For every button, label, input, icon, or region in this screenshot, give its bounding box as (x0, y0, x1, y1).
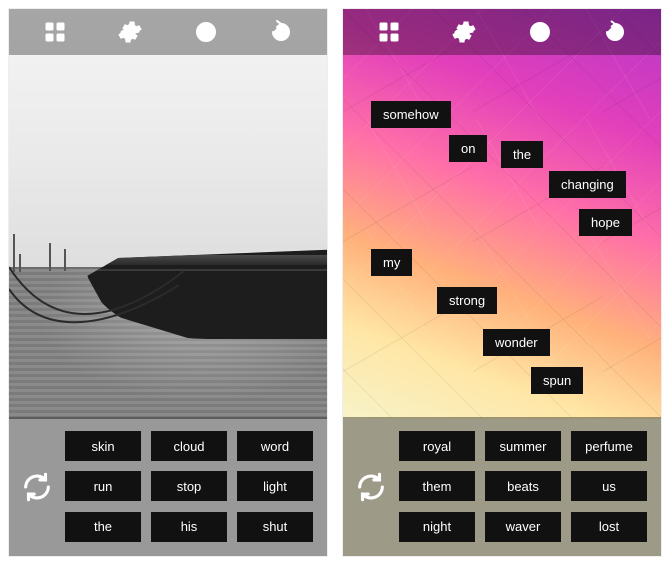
grid-icon[interactable] (42, 19, 68, 45)
word-tile[interactable]: waver (485, 512, 561, 542)
placed-word[interactable]: hope (579, 209, 632, 236)
topbar (343, 9, 661, 55)
placed-word[interactable]: on (449, 135, 487, 162)
word-grid: royal summer perfume them beats us night… (399, 417, 661, 556)
word-tile[interactable]: his (151, 512, 227, 542)
word-tray: royal summer perfume them beats us night… (343, 417, 661, 556)
gear-icon[interactable] (117, 19, 143, 45)
placed-word[interactable]: wonder (483, 329, 550, 356)
word-tile[interactable]: beats (485, 471, 561, 501)
topbar (9, 9, 327, 55)
placed-word[interactable]: spun (531, 367, 583, 394)
grid-icon[interactable] (376, 19, 402, 45)
word-grid: skin cloud word run stop light the his s… (65, 417, 327, 556)
placed-word[interactable]: my (371, 249, 412, 276)
word-tile[interactable]: the (65, 512, 141, 542)
shuffle-button[interactable] (9, 470, 65, 504)
word-tile[interactable]: summer (485, 431, 561, 461)
word-tile[interactable]: word (237, 431, 313, 461)
mooring-rope (9, 259, 189, 339)
placed-word[interactable]: somehow (371, 101, 451, 128)
word-tile[interactable]: cloud (151, 431, 227, 461)
word-tile[interactable]: lost (571, 512, 647, 542)
word-tile[interactable]: run (65, 471, 141, 501)
screen-bw: skin cloud word run stop light the his s… (8, 8, 328, 557)
photo-canvas[interactable] (9, 9, 327, 419)
help-icon[interactable] (527, 19, 553, 45)
word-tray: skin cloud word run stop light the his s… (9, 417, 327, 556)
word-tile[interactable]: perfume (571, 431, 647, 461)
word-tile[interactable]: night (399, 512, 475, 542)
help-icon[interactable] (193, 19, 219, 45)
word-tile[interactable]: skin (65, 431, 141, 461)
word-tile[interactable]: us (571, 471, 647, 501)
word-tile[interactable]: them (399, 471, 475, 501)
undo-icon[interactable] (268, 19, 294, 45)
word-tile[interactable]: shut (237, 512, 313, 542)
photo-canvas[interactable]: somehow onthechanging hope my strong wonder sp… (343, 9, 661, 419)
word-tile[interactable]: light (237, 471, 313, 501)
placed-word[interactable]: the (501, 141, 543, 168)
shuffle-button[interactable] (343, 470, 399, 504)
placed-word[interactable]: changing (549, 171, 626, 198)
placed-word[interactable]: strong (437, 287, 497, 314)
gear-icon[interactable] (451, 19, 477, 45)
undo-icon[interactable] (602, 19, 628, 45)
word-tile[interactable]: stop (151, 471, 227, 501)
word-tile[interactable]: royal (399, 431, 475, 461)
screen-color: somehow onthechanging hope my strong wonder sp… (342, 8, 662, 557)
